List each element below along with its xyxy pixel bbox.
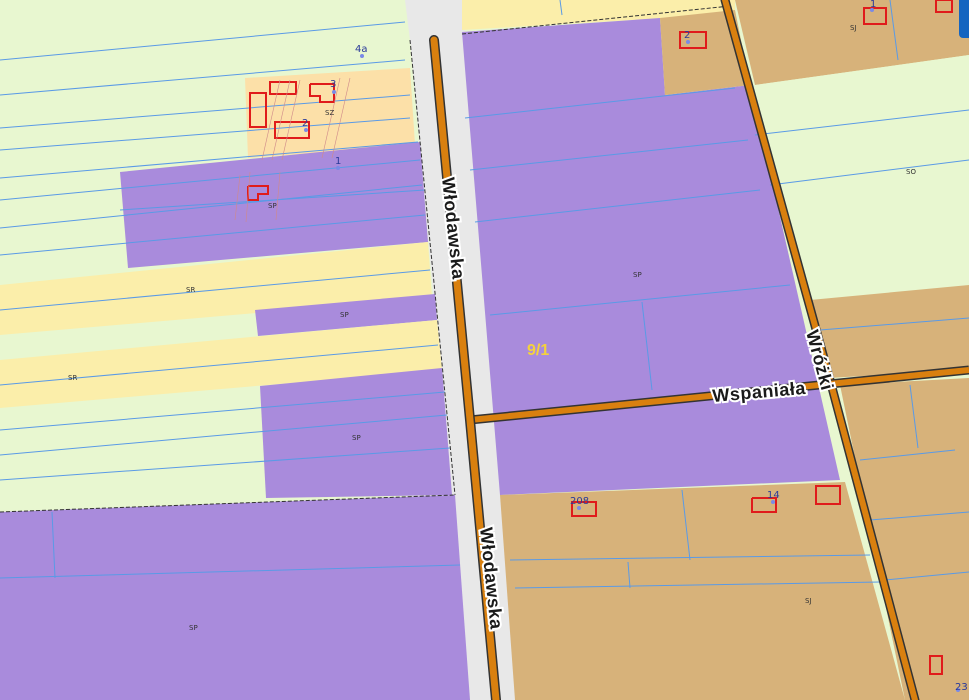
zone-label: SR bbox=[68, 374, 77, 382]
zoning-map[interactable]: 4a 3 2 1 2 1 208 14 23 SP SP SP SP SP SP… bbox=[0, 0, 969, 700]
address-number: 23 bbox=[955, 682, 968, 693]
zone-sp-bottom-left[interactable] bbox=[0, 495, 470, 700]
zone-label: SP bbox=[189, 624, 198, 632]
zone-label: SR bbox=[186, 286, 195, 294]
address-number: 4a bbox=[355, 44, 368, 55]
zone-sj-right[interactable] bbox=[810, 285, 969, 378]
address-number: 2 bbox=[684, 30, 690, 41]
map-control-button[interactable] bbox=[959, 0, 969, 38]
address-number: 1 bbox=[335, 156, 341, 167]
zone-sj-bottom[interactable] bbox=[500, 482, 905, 700]
address-number: 3 bbox=[330, 79, 336, 90]
zone-label: SP bbox=[268, 202, 277, 210]
address-number: 2 bbox=[302, 118, 308, 129]
address-number: 14 bbox=[767, 490, 780, 501]
zone-sp-left-lower[interactable] bbox=[260, 368, 452, 498]
address-number: 208 bbox=[570, 496, 589, 507]
zone-label: SO bbox=[906, 168, 916, 176]
zone-label: SZ bbox=[325, 109, 334, 117]
parcel-number-label[interactable]: 9/1 bbox=[527, 342, 549, 359]
zone-label: SJ bbox=[850, 24, 857, 32]
zone-label: SJ bbox=[805, 597, 812, 605]
zone-label: SP bbox=[352, 434, 361, 442]
zone-label: SP bbox=[633, 271, 642, 279]
zone-label: SP bbox=[340, 311, 349, 319]
address-number: 1 bbox=[870, 0, 876, 10]
